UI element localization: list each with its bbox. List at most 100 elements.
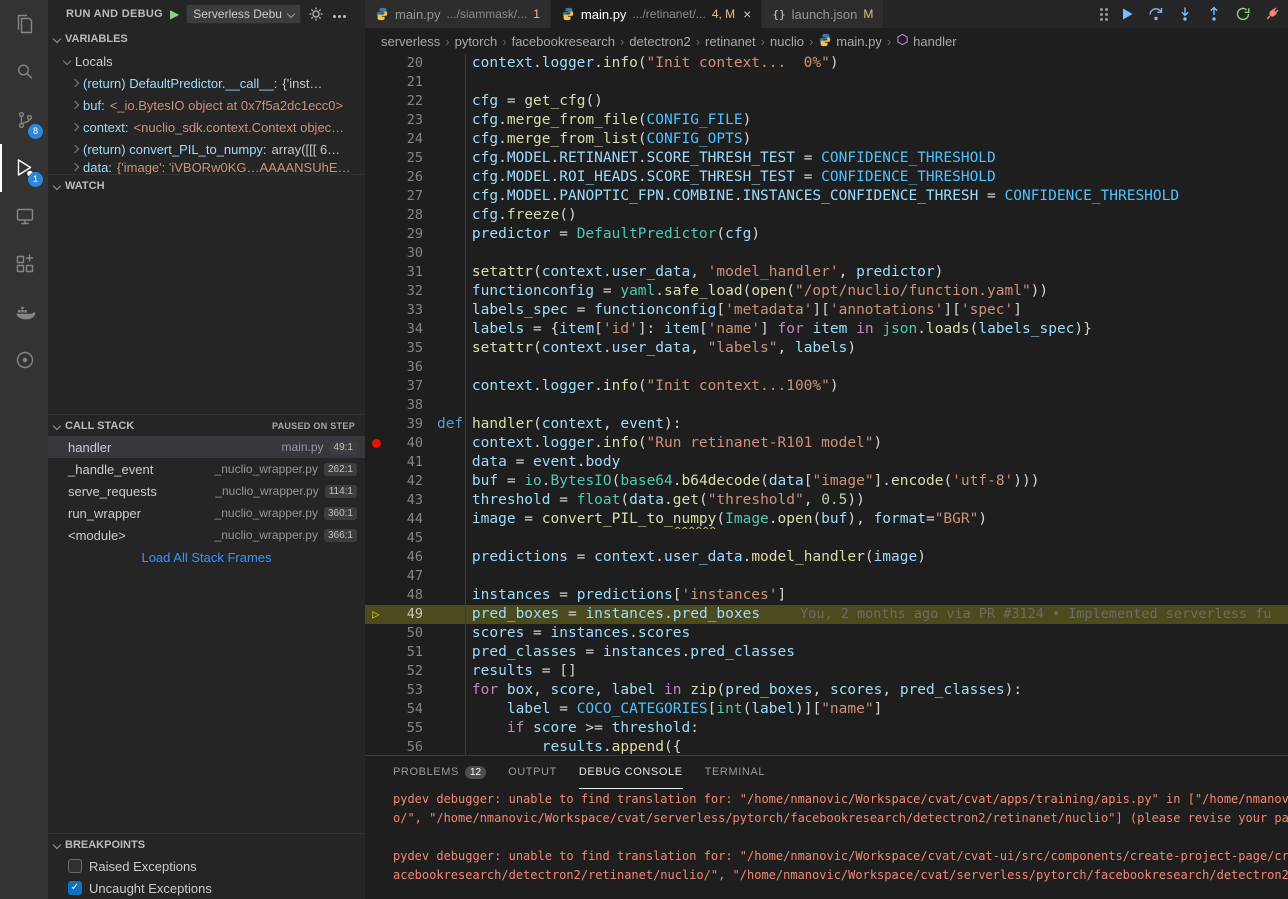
gutter-glyph-margin[interactable] [365,282,387,301]
line-number[interactable]: 36 [387,358,423,377]
code-line[interactable]: 32 functionconfig = yaml.safe_load(open(… [365,282,1288,301]
activity-item-extensions[interactable] [0,240,48,288]
step-into-icon[interactable] [1177,6,1193,22]
gutter-glyph-margin[interactable] [365,263,387,282]
gutter-glyph-margin[interactable] [365,187,387,206]
line-number[interactable]: 46 [387,548,423,567]
line-number[interactable]: 44 [387,510,423,529]
code-line[interactable]: 55 if score >= threshold: [365,719,1288,738]
line-number[interactable]: 40 [387,434,423,453]
activity-item-remote-explorer[interactable] [0,192,48,240]
gutter-glyph-margin[interactable] [365,472,387,491]
more-actions-icon[interactable] [331,6,347,22]
line-number[interactable]: 51 [387,643,423,662]
gutter-glyph-margin[interactable] [365,206,387,225]
gutter-glyph-margin[interactable] [365,54,387,73]
line-number[interactable]: 33 [387,301,423,320]
load-all-stack-frames-link[interactable]: Load All Stack Frames [48,546,365,568]
gutter-glyph-margin[interactable] [365,415,387,434]
code-line[interactable]: 21 [365,73,1288,92]
breakpoint-icon[interactable] [372,439,381,448]
breadcrumb-item[interactable]: nuclio [770,34,804,49]
activity-item-extra[interactable] [0,336,48,384]
code-line[interactable]: ▷49 pred_boxes = instances.pred_boxesYou… [365,605,1288,624]
variable-item[interactable]: data:{'image': 'iVBORw0KG…AAAANSUhE… [48,160,365,174]
continue-icon[interactable] [1119,6,1135,22]
panel-tab-output[interactable]: OUTPUT [508,756,557,789]
variable-item[interactable]: (return) DefaultPredictor.__call__:{'ins… [48,72,365,94]
code-line[interactable]: 27 cfg.MODEL.PANOPTIC_FPN.COMBINE.INSTAN… [365,187,1288,206]
gutter-glyph-margin[interactable] [365,396,387,415]
line-number[interactable]: 23 [387,111,423,130]
code-line[interactable]: 33 labels_spec = functionconfig['metadat… [365,301,1288,320]
activity-item-docker[interactable] [0,288,48,336]
code-line[interactable]: 25 cfg.MODEL.RETINANET.SCORE_THRESH_TEST… [365,149,1288,168]
gutter-glyph-margin[interactable] [365,548,387,567]
gutter-glyph-margin[interactable] [365,529,387,548]
disconnect-icon[interactable] [1264,6,1280,22]
code-line[interactable]: 39def handler(context, event): [365,415,1288,434]
line-number[interactable]: 34 [387,320,423,339]
code-line[interactable]: 43 threshold = float(data.get("threshold… [365,491,1288,510]
call-stack-section-header[interactable]: CALL STACK PAUSED ON STEP [48,414,365,436]
breadcrumb-item[interactable]: detectron2 [629,34,690,49]
code-line[interactable]: 36 [365,358,1288,377]
line-number[interactable]: 22 [387,92,423,111]
gutter-glyph-margin[interactable] [365,662,387,681]
line-number[interactable]: 29 [387,225,423,244]
code-line[interactable]: 53 for box, score, label in zip(pred_box… [365,681,1288,700]
editor-tab[interactable]: main.py.../siammask/...1 [365,0,551,28]
gutter-glyph-margin[interactable] [365,358,387,377]
line-number[interactable]: 20 [387,54,423,73]
gutter-glyph-margin[interactable] [365,586,387,605]
code-line[interactable]: 35 setattr(context.user_data, "labels", … [365,339,1288,358]
drag-handle[interactable] [1100,13,1103,16]
gutter-glyph-margin[interactable] [365,130,387,149]
gutter-glyph-margin[interactable] [365,567,387,586]
restart-icon[interactable] [1235,6,1251,22]
code-line[interactable]: 44 image = convert_PIL_to_numpy(Image.op… [365,510,1288,529]
code-line[interactable]: 48 instances = predictions['instances'] [365,586,1288,605]
code-line[interactable]: 40 context.logger.info("Run retinanet-R1… [365,434,1288,453]
line-number[interactable]: 30 [387,244,423,263]
line-number[interactable]: 26 [387,168,423,187]
line-number[interactable]: 47 [387,567,423,586]
gutter-glyph-margin[interactable] [365,643,387,662]
code-line[interactable]: 38 [365,396,1288,415]
line-number[interactable]: 27 [387,187,423,206]
variable-item[interactable]: (return) convert_PIL_to_numpy:array([[[ … [48,138,365,160]
code-line[interactable]: 41 data = event.body [365,453,1288,472]
breadcrumb-item[interactable]: facebookresearch [512,34,615,49]
line-number[interactable]: 43 [387,491,423,510]
line-number[interactable]: 41 [387,453,423,472]
line-number[interactable]: 39 [387,415,423,434]
locals-scope-row[interactable]: Locals [48,50,365,72]
breakpoint-item[interactable]: Raised Exceptions [48,855,365,877]
gutter-glyph-margin[interactable] [365,491,387,510]
line-number[interactable]: 21 [387,73,423,92]
gutter-glyph-margin[interactable] [365,681,387,700]
gutter-glyph-margin[interactable] [365,244,387,263]
line-number[interactable]: 53 [387,681,423,700]
code-line[interactable]: 46 predictions = context.user_data.model… [365,548,1288,567]
gutter-glyph-margin[interactable] [365,225,387,244]
line-number[interactable]: 48 [387,586,423,605]
code-line[interactable]: 29 predictor = DefaultPredictor(cfg) [365,225,1288,244]
line-number[interactable]: 52 [387,662,423,681]
line-number[interactable]: 24 [387,130,423,149]
code-line[interactable]: 54 label = COCO_CATEGORIES[int(label)]["… [365,700,1288,719]
gutter-glyph-margin[interactable] [365,719,387,738]
code-line[interactable]: 22 cfg = get_cfg() [365,92,1288,111]
code-line[interactable]: 31 setattr(context.user_data, 'model_han… [365,263,1288,282]
step-out-icon[interactable] [1206,6,1222,22]
code-line[interactable]: 34 labels = {item['id']: item['name'] fo… [365,320,1288,339]
line-number[interactable]: 45 [387,529,423,548]
code-line[interactable]: 52 results = [] [365,662,1288,681]
panel-tab-debug-console[interactable]: DEBUG CONSOLE [579,756,683,789]
gutter-glyph-margin[interactable] [365,453,387,472]
line-number[interactable]: 50 [387,624,423,643]
code-line[interactable]: 30 [365,244,1288,263]
step-over-icon[interactable] [1148,6,1164,22]
line-number[interactable]: 37 [387,377,423,396]
variable-item[interactable]: buf:<_io.BytesIO object at 0x7f5a2dc1ecc… [48,94,365,116]
